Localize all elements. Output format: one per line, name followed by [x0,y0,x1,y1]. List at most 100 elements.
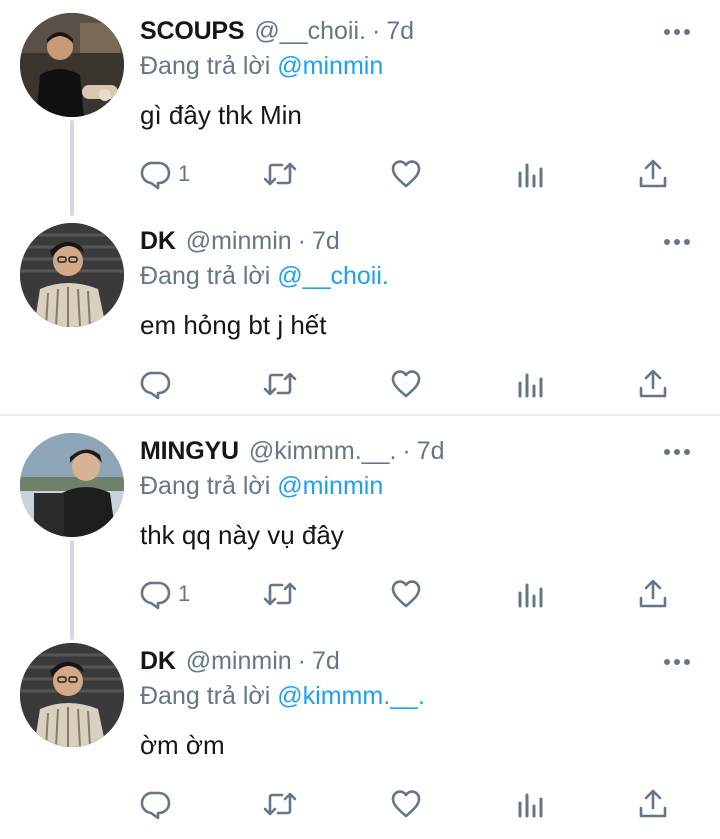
tweet-text: thk qq này vụ đây [140,520,344,550]
tweet[interactable]: MINGYU @kimmm.__. · 7d Đang trả lời @min… [0,420,720,630]
replying-to-label: Đang trả lời [140,472,271,500]
user-handle[interactable]: @kimmm.__. [249,437,397,466]
like-button[interactable] [390,366,422,402]
mention-link[interactable]: @minmin [277,52,383,80]
timestamp[interactable]: 7d [312,647,340,676]
user-handle[interactable]: @minmin [186,647,292,676]
avatar-dk-image [20,643,124,747]
avatar-dk-image [20,223,124,327]
share-icon [639,579,667,608]
user-handle[interactable]: @minmin [186,227,292,256]
more-icon[interactable] [664,442,690,462]
replying-to: Đang trả lời @minmin [140,52,383,81]
tweet-header: DK @minmin · 7d [140,647,340,681]
separator-dot: · [297,647,306,675]
analytics-button[interactable] [516,576,546,612]
avatar[interactable] [20,223,124,327]
like-button[interactable] [390,576,422,612]
reply-icon [140,581,171,610]
user-handle[interactable]: @__choii. [254,17,366,46]
share-icon [639,789,667,818]
share-icon [639,159,667,188]
share-icon [639,369,667,398]
reply-icon [140,371,171,400]
tweet-text: ờm ờm [140,730,225,760]
analytics-icon [518,163,543,188]
more-icon[interactable] [664,652,690,672]
like-button[interactable] [390,156,422,192]
tweet[interactable]: SCOUPS @__choii. · 7d Đang trả lời @minm… [0,0,720,210]
reply-button[interactable] [140,366,178,402]
retweet-icon [263,372,297,396]
analytics-button[interactable] [516,366,546,402]
avatar[interactable] [20,433,124,537]
reply-button[interactable]: 1 [140,156,190,192]
tweet-actions: 1 [140,576,680,612]
heart-icon [391,160,421,188]
reply-icon [140,791,171,820]
avatar-scoups-image [20,13,124,117]
replying-to: Đang trả lời @__choii. [140,262,389,291]
separator-dot: · [371,17,381,45]
retweet-icon [263,582,297,606]
reply-button[interactable]: 1 [140,576,190,612]
tweet[interactable]: DK @minmin · 7d Đang trả lời @kimmm.__. … [0,630,720,839]
mention-link[interactable]: @__choii. [277,262,389,290]
replying-to-label: Đang trả lời [140,262,271,290]
timestamp[interactable]: 7d [417,437,445,466]
tweet-text: gì đây thk Min [140,100,302,130]
retweet-icon [263,792,297,816]
retweet-button[interactable] [262,786,298,822]
avatar[interactable] [20,13,124,117]
share-button[interactable] [638,576,668,612]
tweet-text: em hỏng bt j hết [140,310,327,340]
display-name[interactable]: SCOUPS [140,17,245,46]
share-button[interactable] [638,156,668,192]
replying-to-label: Đang trả lời [140,682,271,710]
reply-count: 1 [178,161,191,186]
like-button[interactable] [390,786,422,822]
replying-to: Đang trả lời @kimmm.__. [140,682,425,711]
more-icon[interactable] [664,232,690,252]
heart-icon [391,370,421,398]
display-name[interactable]: DK [140,647,176,676]
more-icon[interactable] [664,22,690,42]
avatar[interactable] [20,643,124,747]
mention-link[interactable]: @minmin [277,472,383,500]
share-button[interactable] [638,366,668,402]
reply-count: 1 [178,581,191,606]
display-name[interactable]: DK [140,227,176,256]
display-name[interactable]: MINGYU [140,437,239,466]
tweet-header: SCOUPS @__choii. · 7d [140,17,414,51]
analytics-button[interactable] [516,786,546,822]
heart-icon [391,580,421,608]
analytics-icon [518,793,543,818]
tweet[interactable]: DK @minmin · 7d Đang trả lời @__choii. e… [0,210,720,420]
reply-icon [140,161,171,190]
timestamp[interactable]: 7d [386,17,414,46]
tweet-header: DK @minmin · 7d [140,227,340,261]
separator-dot: · [297,227,306,255]
tweet-actions [140,366,680,402]
analytics-button[interactable] [516,156,546,192]
analytics-icon [518,583,543,608]
conversation-thread-2: MINGYU @kimmm.__. · 7d Đang trả lời @min… [0,416,720,839]
share-button[interactable] [638,786,668,822]
retweet-icon [263,162,297,186]
avatar-mingyu-image [20,433,124,537]
analytics-icon [518,373,543,398]
mention-link[interactable]: @kimmm.__. [277,682,425,710]
reply-button[interactable] [140,786,178,822]
conversation-thread-1: SCOUPS @__choii. · 7d Đang trả lời @minm… [0,0,720,414]
retweet-button[interactable] [262,156,298,192]
replying-to-label: Đang trả lời [140,52,271,80]
tweet-actions [140,786,680,822]
heart-icon [391,790,421,818]
separator-dot: · [402,437,411,465]
tweet-actions: 1 [140,156,680,192]
replying-to: Đang trả lời @minmin [140,472,383,501]
timestamp[interactable]: 7d [312,227,340,256]
retweet-button[interactable] [262,366,298,402]
retweet-button[interactable] [262,576,298,612]
tweet-header: MINGYU @kimmm.__. · 7d [140,437,445,471]
